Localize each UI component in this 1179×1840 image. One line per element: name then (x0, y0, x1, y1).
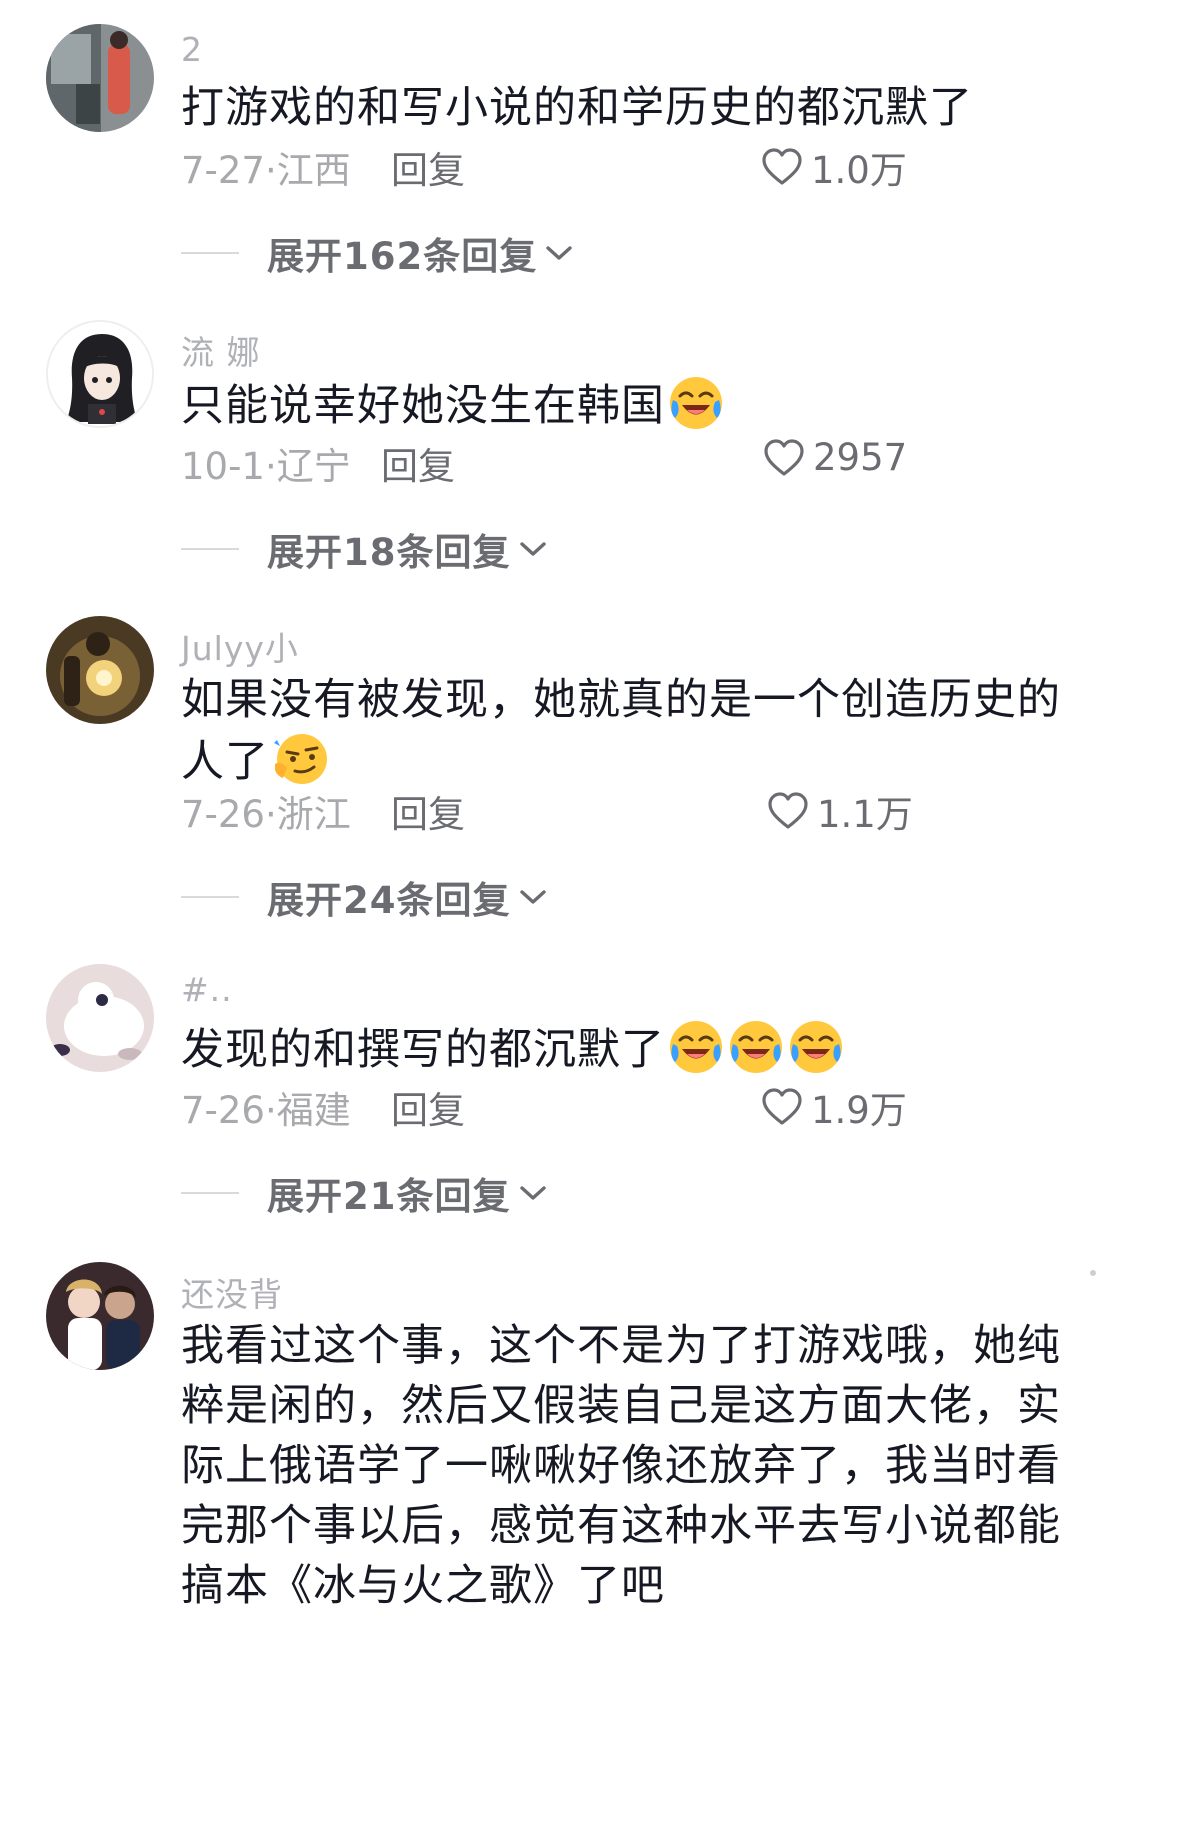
reply-button[interactable]: 回复 (391, 140, 465, 194)
avatar[interactable] (46, 320, 154, 428)
comment-text: 打游戏的和写小说的和学历史的都沉默了 (181, 78, 1101, 138)
comment-meta: 7-26·浙江 回复 1.1万 (181, 784, 1081, 836)
reply-button[interactable]: 回复 (391, 784, 465, 838)
comment-username[interactable]: 还没背 (181, 1268, 283, 1316)
glowing-figure-avatar-icon (46, 616, 154, 724)
photo-street-avatar-icon (46, 24, 154, 132)
avatar[interactable] (46, 24, 154, 132)
expand-replies-button[interactable]: 展开162条回复 (181, 228, 575, 278)
chevron-down-icon (517, 886, 549, 908)
chevron-down-icon (517, 1182, 549, 1204)
comment-text: 发现的和撰写的都沉默了 (181, 1018, 1101, 1080)
like-count: 1.9万 (811, 1089, 907, 1132)
expand-replies-button[interactable]: 展开24条回复 (181, 872, 549, 922)
comment-text: 只能说幸好她没生在韩国 (181, 374, 1101, 436)
heart-outline-icon (768, 792, 808, 829)
like-count: 1.1万 (817, 793, 913, 836)
expand-replies-label: 展开21条回复 (267, 1175, 511, 1218)
comment-date-location: 10-1·辽宁 (181, 445, 351, 488)
smirk-emoji (271, 730, 329, 788)
comment-text-content: 只能说幸好她没生在韩国 (181, 381, 665, 431)
comment-meta: 7-27·江西 回复 1.0万 (181, 140, 1081, 192)
cartoon-girl-avatar-icon (48, 322, 152, 426)
comment-meta: 7-26·福建 回复 1.9万 (181, 1080, 1081, 1132)
expand-divider (181, 1192, 239, 1194)
expand-replies-button[interactable]: 展开21条回复 (181, 1168, 549, 1218)
like-button[interactable]: 1.9万 (761, 1080, 907, 1134)
reply-button[interactable]: 回复 (391, 1080, 465, 1134)
comment-username[interactable]: Julyy小 (181, 622, 299, 670)
comment-text-content: 打游戏的和写小说的和学历史的都沉默了 (181, 83, 973, 133)
avatar[interactable] (46, 964, 154, 1072)
comment-username[interactable]: #.. (181, 970, 233, 1009)
expand-replies-button[interactable]: 展开18条回复 (181, 524, 549, 574)
laugh-cry-emoji (787, 1018, 845, 1076)
laugh-cry-emoji (667, 1018, 725, 1076)
expand-divider (181, 548, 239, 550)
expand-replies-label: 展开18条回复 (267, 531, 511, 574)
expand-divider (181, 252, 239, 254)
chevron-down-icon (543, 242, 575, 264)
laugh-cry-emoji (727, 1018, 785, 1076)
decorative-dot (1090, 1270, 1096, 1276)
comment-date-location: 7-26·浙江 (181, 793, 351, 836)
reply-button[interactable]: 回复 (381, 436, 455, 490)
heart-outline-icon (762, 148, 802, 185)
comment-meta: 10-1·辽宁 回复 2957 (181, 436, 1081, 488)
comment-text: 如果没有被发现，她就真的是一个创造历史的人了 (181, 670, 1101, 792)
expand-divider (181, 896, 239, 898)
comment-list: 2 打游戏的和写小说的和学历史的都沉默了 7-27·江西 回复 1.0万 展开1… (0, 0, 1179, 1840)
comment-text-content: 发现的和撰写的都沉默了 (181, 1025, 665, 1075)
avatar[interactable] (46, 616, 154, 724)
comment-username[interactable]: 2 (181, 30, 203, 69)
comment-date-location: 7-27·江西 (181, 149, 351, 192)
heart-outline-icon (764, 438, 804, 476)
expand-replies-label: 展开162条回复 (267, 235, 538, 278)
white-cat-avatar-icon (46, 964, 154, 1072)
chevron-down-icon (517, 538, 549, 560)
comment-date-location: 7-26·福建 (181, 1089, 351, 1132)
avatar[interactable] (46, 1262, 154, 1370)
comment-text: 我看过这个事，这个不是为了打游戏哦，她纯粹是闲的，然后又假装自己是这方面大佬，实… (181, 1316, 1101, 1616)
couple-photo-avatar-icon (46, 1262, 154, 1370)
heart-outline-icon (762, 1088, 802, 1125)
comment-username[interactable]: 流 娜 (181, 326, 261, 374)
like-count: 1.0万 (811, 149, 907, 192)
like-count: 2957 (813, 436, 908, 479)
like-button[interactable]: 1.1万 (767, 784, 913, 838)
expand-replies-label: 展开24条回复 (267, 879, 511, 922)
like-button[interactable]: 2957 (763, 436, 907, 479)
like-button[interactable]: 1.0万 (761, 140, 907, 194)
laugh-cry-emoji (667, 374, 725, 432)
comment-text-content: 我看过这个事，这个不是为了打游戏哦，她纯粹是闲的，然后又假装自己是这方面大佬，实… (181, 1321, 1061, 1611)
